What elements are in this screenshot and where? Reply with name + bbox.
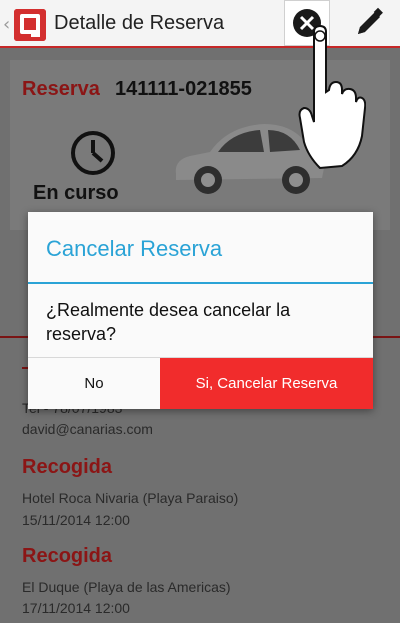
clock-icon [71, 131, 115, 175]
back-chevron-icon[interactable]: ‹ [3, 14, 10, 35]
hand-pointer-icon [298, 24, 366, 170]
confirm-cancel-button[interactable]: Si, Cancelar Reserva [160, 358, 373, 409]
dialog-title: Cancelar Reserva [46, 236, 223, 261]
reservation-number: 141111-021855 [115, 78, 252, 100]
no-button[interactable]: No [28, 358, 160, 409]
dialog-title-divider [28, 282, 373, 284]
pickup-heading: Recogida [22, 456, 113, 478]
cancel-reservation-dialog: Cancelar Reserva ¿Realmente desea cancel… [28, 212, 373, 409]
pickup-place: Hotel Roca Nivaria (Playa Paraiso) [22, 490, 239, 506]
reservation-label: Reserva [22, 78, 100, 100]
page-title: Detalle de Reserva [54, 12, 225, 34]
pickup-datetime: 17/11/2014 12:00 [22, 600, 130, 616]
app-logo-icon[interactable] [14, 9, 46, 41]
dialog-message: ¿Realmente desea cancelar la reserva? [46, 300, 291, 344]
pickup-heading: Recogida [22, 545, 113, 567]
pickup-place: El Duque (Playa de las Americas) [22, 579, 231, 595]
customer-email: david@canarias.com [22, 421, 153, 437]
pickup-datetime: 15/11/2014 12:00 [22, 512, 130, 528]
status-text: En curso [33, 182, 119, 204]
